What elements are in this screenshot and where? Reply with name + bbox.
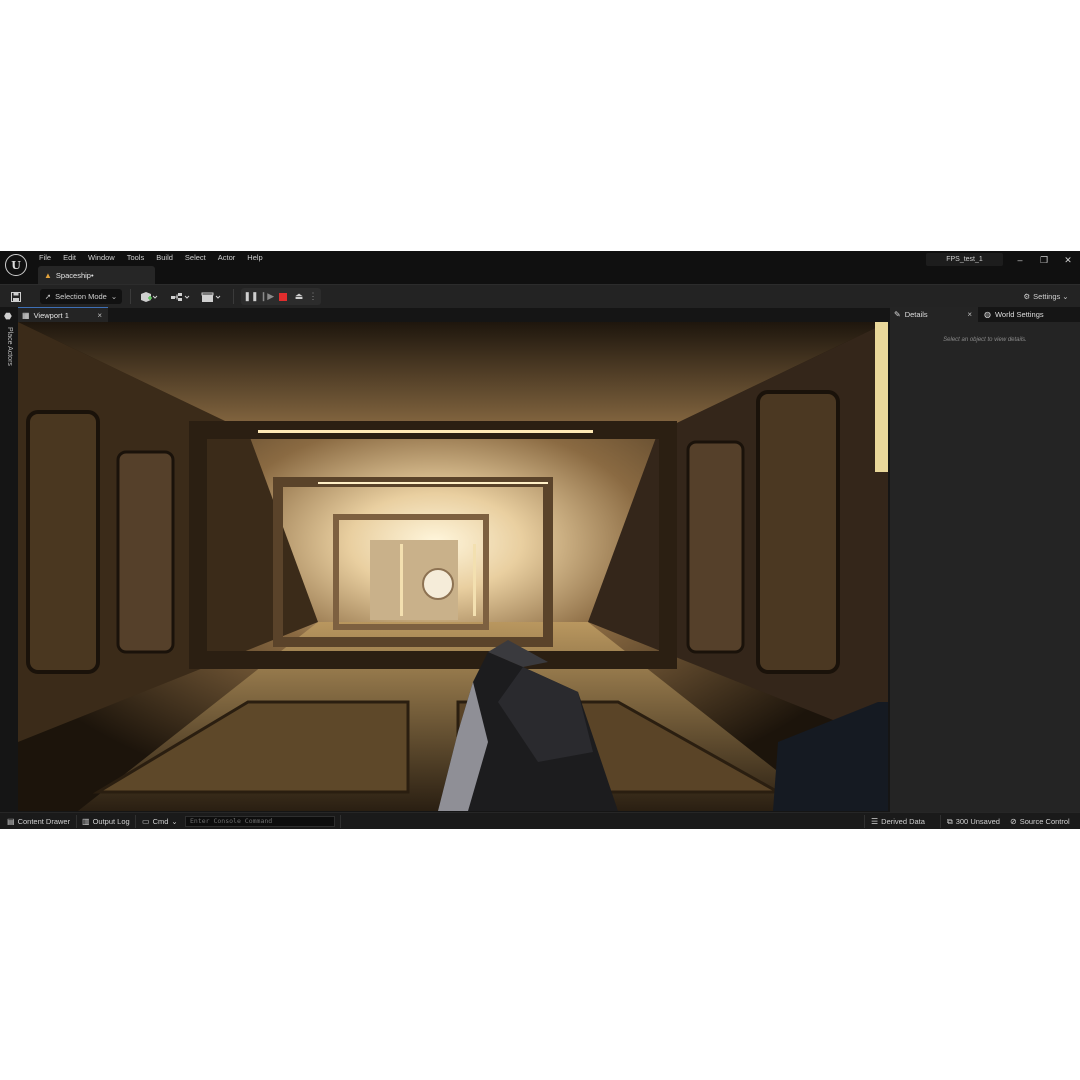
toolbar-divider bbox=[130, 289, 131, 304]
derived-data-button[interactable]: ☰ Derived Data bbox=[871, 813, 925, 829]
level-icon: ▲ bbox=[44, 270, 52, 280]
unsaved-icon: ⧉ bbox=[947, 817, 953, 826]
menu-actor[interactable]: Actor bbox=[212, 252, 242, 264]
menu-help[interactable]: Help bbox=[241, 252, 268, 264]
step-button[interactable]: ❙▶ bbox=[259, 288, 275, 305]
place-actors-label: Place Actors bbox=[6, 327, 13, 366]
blueprint-icon bbox=[171, 292, 190, 301]
source-control-icon: ⊘ bbox=[1010, 817, 1017, 826]
status-bar: ▤ Content Drawer ▥ Output Log ▭ Cmd ⌄ En… bbox=[0, 812, 1080, 829]
toolbar-divider bbox=[233, 289, 234, 304]
settings-button[interactable]: ⚙ Settings ⌄ bbox=[1018, 289, 1074, 304]
status-divider bbox=[940, 815, 941, 828]
eject-button[interactable]: ⏏ bbox=[291, 288, 307, 305]
details-tabs: ✎ Details × ◍ World Settings bbox=[890, 307, 1080, 322]
status-divider bbox=[864, 815, 865, 828]
main-toolbar: ➚ Selection Mode ⌄ ❚❚ ❙▶ ⏏ ⋮ ⚙ Settings … bbox=[0, 284, 1080, 308]
menu-file[interactable]: File bbox=[33, 252, 57, 264]
unreal-logo[interactable]: U bbox=[5, 254, 27, 276]
stop-button[interactable] bbox=[275, 288, 291, 305]
chevron-down-icon: ⌄ bbox=[1062, 292, 1069, 301]
output-log-button[interactable]: ▥ Output Log bbox=[82, 813, 130, 829]
play-controls: ❚❚ ❙▶ ⏏ ⋮ bbox=[241, 288, 321, 305]
restore-button[interactable]: ❐ bbox=[1032, 251, 1056, 269]
content-drawer-icon: ▤ bbox=[7, 817, 15, 826]
gear-icon: ⚙ bbox=[1023, 292, 1031, 301]
cmd-label: Cmd bbox=[152, 817, 169, 826]
tab-details-label: Details bbox=[904, 310, 928, 319]
terminal-icon: ▭ bbox=[142, 817, 150, 826]
stop-icon bbox=[279, 292, 287, 301]
blueprint-button[interactable] bbox=[168, 289, 192, 304]
eject-icon: ⏏ bbox=[294, 291, 304, 301]
title-bar: U File Edit Window Tools Build Select Ac… bbox=[0, 251, 1080, 284]
globe-icon: ◍ bbox=[984, 310, 991, 319]
menu-select[interactable]: Select bbox=[179, 252, 212, 264]
clapperboard-icon bbox=[201, 292, 221, 302]
status-divider bbox=[76, 815, 77, 828]
console-input[interactable]: Enter Console Command bbox=[185, 816, 335, 827]
derived-data-label: Derived Data bbox=[881, 817, 925, 826]
viewport-tab-label: Viewport 1 bbox=[33, 311, 69, 320]
close-icon[interactable]: × bbox=[97, 311, 102, 320]
project-name: FPS_test_1 bbox=[926, 253, 1003, 266]
minimize-button[interactable]: – bbox=[1008, 251, 1032, 269]
derived-data-icon: ☰ bbox=[871, 817, 879, 826]
close-button[interactable]: ✕ bbox=[1056, 251, 1080, 269]
add-actor-icon bbox=[141, 291, 158, 302]
details-icon: ✎ bbox=[894, 310, 901, 319]
source-control-label: Source Control bbox=[1019, 817, 1070, 826]
cinematics-button[interactable] bbox=[199, 289, 223, 304]
status-divider bbox=[340, 815, 341, 828]
pause-icon: ❚❚ bbox=[243, 291, 259, 301]
content-drawer-label: Content Drawer bbox=[17, 817, 71, 826]
place-actors-icon: ⬣ bbox=[4, 311, 12, 321]
close-icon[interactable]: × bbox=[967, 310, 972, 319]
pause-button[interactable]: ❚❚ bbox=[243, 288, 259, 305]
selection-mode-icon: ➚ bbox=[44, 292, 52, 301]
play-options-button[interactable]: ⋮ bbox=[307, 288, 319, 305]
frame-step-icon: ❙▶ bbox=[259, 291, 275, 301]
more-vertical-icon: ⋮ bbox=[308, 291, 318, 301]
selection-mode-dropdown[interactable]: ➚ Selection Mode ⌄ bbox=[40, 289, 122, 304]
unsaved-label: 300 Unsaved bbox=[955, 817, 1000, 826]
tab-world-settings-label: World Settings bbox=[994, 310, 1044, 319]
level-tab[interactable]: ▲ Spaceship• bbox=[38, 266, 155, 284]
cmd-dropdown[interactable]: ▭ Cmd ⌄ bbox=[142, 813, 178, 829]
unsaved-button[interactable]: ⧉ 300 Unsaved bbox=[947, 813, 1000, 829]
settings-label: Settings bbox=[1033, 292, 1061, 301]
source-control-button[interactable]: ⊘ Source Control bbox=[1010, 813, 1070, 829]
chevron-down-icon: ⌄ bbox=[171, 817, 178, 826]
viewport-icon: ▦ bbox=[22, 311, 30, 320]
menu-build[interactable]: Build bbox=[150, 252, 179, 264]
menu-edit[interactable]: Edit bbox=[57, 252, 82, 264]
save-button[interactable] bbox=[10, 289, 22, 304]
status-divider bbox=[135, 815, 136, 828]
level-viewport[interactable] bbox=[18, 322, 888, 811]
chevron-down-icon: ⌄ bbox=[110, 292, 118, 301]
menu-bar: File Edit Window Tools Build Select Acto… bbox=[33, 252, 269, 264]
content-drawer-button[interactable]: ▤ Content Drawer bbox=[7, 813, 70, 829]
tab-world-settings[interactable]: ◍ World Settings bbox=[980, 307, 1080, 322]
menu-tools[interactable]: Tools bbox=[121, 252, 151, 264]
tab-details[interactable]: ✎ Details × bbox=[890, 307, 978, 322]
output-log-label: Output Log bbox=[92, 817, 130, 826]
save-icon bbox=[11, 291, 21, 302]
editor-window: U File Edit Window Tools Build Select Ac… bbox=[0, 251, 1080, 829]
menu-window[interactable]: Window bbox=[82, 252, 121, 264]
details-empty-hint: Select an object to view details. bbox=[943, 337, 1027, 343]
place-actors-strip[interactable]: ⬣ Place Actors bbox=[0, 307, 18, 812]
output-log-icon: ▥ bbox=[82, 817, 90, 826]
level-tab-label: Spaceship• bbox=[55, 270, 94, 280]
details-panel: ✎ Details × ◍ World Settings Select an o… bbox=[890, 307, 1080, 812]
corridor-scene bbox=[18, 322, 888, 811]
viewport-tab[interactable]: ▦ Viewport 1 × bbox=[18, 307, 108, 323]
selection-mode-label: Selection Mode bbox=[55, 292, 107, 301]
add-actor-button[interactable] bbox=[138, 289, 160, 304]
